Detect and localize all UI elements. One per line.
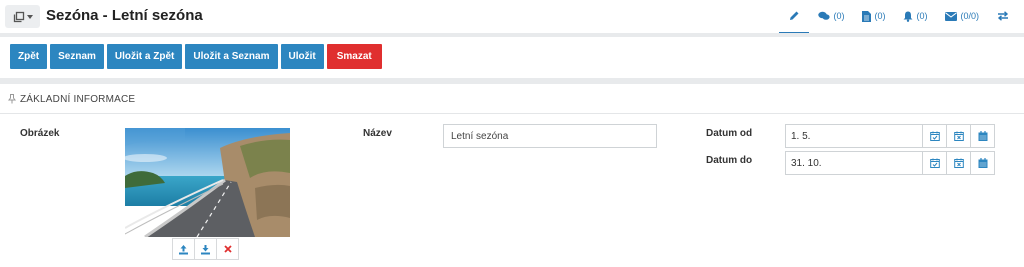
save-and-back-button[interactable]: Uložit a Zpět bbox=[106, 44, 183, 69]
documents-count: (0) bbox=[874, 11, 886, 21]
calendar-check-icon bbox=[929, 131, 940, 141]
date-from-today-button[interactable] bbox=[923, 124, 947, 148]
calendar-icon bbox=[978, 131, 987, 141]
date-to-clear-button[interactable] bbox=[947, 151, 971, 175]
date-to-field[interactable]: 31. 10. bbox=[785, 151, 923, 175]
messages-count: (0/0) bbox=[960, 11, 979, 21]
date-to-today-button[interactable] bbox=[923, 151, 947, 175]
upload-image-button[interactable] bbox=[172, 238, 195, 260]
delete-image-button[interactable] bbox=[216, 238, 239, 260]
date-from-group: 1. 5. bbox=[785, 124, 995, 148]
comments-count: (0) bbox=[833, 11, 845, 21]
date-to-label: Datum do bbox=[706, 155, 753, 166]
upload-icon bbox=[179, 244, 188, 254]
list-button[interactable]: Seznam bbox=[50, 44, 104, 69]
pencil-icon bbox=[790, 11, 799, 20]
section-title: ZÁKLADNÍ INFORMACE bbox=[20, 94, 136, 105]
calendar-icon bbox=[978, 158, 987, 168]
save-and-list-button[interactable]: Uložit a Seznam bbox=[185, 44, 278, 69]
pin-icon bbox=[8, 94, 16, 104]
swap-icon bbox=[997, 11, 1009, 21]
page-title: Sezóna - Letní sezóna bbox=[46, 7, 203, 24]
tab-swap[interactable] bbox=[988, 0, 1018, 32]
tab-documents[interactable]: (0) bbox=[853, 0, 894, 32]
envelope-icon bbox=[945, 11, 958, 21]
image-tools bbox=[172, 238, 239, 260]
date-from-clear-button[interactable] bbox=[947, 124, 971, 148]
image-label: Obrázek bbox=[20, 128, 60, 139]
header-tabs: (0) (0) (0) (0/0) bbox=[779, 0, 1018, 34]
close-icon bbox=[223, 245, 232, 253]
menu-toggle-button[interactable] bbox=[5, 5, 40, 28]
calendar-x-icon bbox=[953, 158, 964, 168]
notifications-count: (0) bbox=[916, 11, 928, 21]
date-to-picker-button[interactable] bbox=[971, 151, 995, 175]
download-image-button[interactable] bbox=[194, 238, 217, 260]
tab-comments[interactable]: (0) bbox=[809, 0, 853, 32]
copy-icon bbox=[13, 11, 24, 22]
calendar-x-icon bbox=[953, 131, 964, 141]
season-image bbox=[125, 128, 290, 237]
delete-button[interactable]: Smazat bbox=[326, 44, 382, 69]
back-button[interactable]: Zpět bbox=[10, 44, 48, 69]
tab-notifications[interactable]: (0) bbox=[894, 0, 936, 32]
page-header: Sezóna - Letní sezóna (0) (0) (0) (0/0) bbox=[0, 0, 1024, 34]
name-field[interactable]: Letní sezóna bbox=[443, 124, 657, 148]
bell-icon bbox=[903, 11, 913, 22]
tab-messages[interactable]: (0/0) bbox=[936, 0, 988, 32]
caret-down-icon bbox=[26, 14, 33, 19]
date-from-picker-button[interactable] bbox=[971, 124, 995, 148]
date-from-label: Datum od bbox=[706, 128, 753, 139]
section-header[interactable]: ZÁKLADNÍ INFORMACE bbox=[0, 84, 1024, 114]
save-button[interactable]: Uložit bbox=[280, 44, 324, 69]
calendar-check-icon bbox=[929, 158, 940, 168]
action-toolbar: Zpět Seznam Uložit a Zpět Uložit a Sezna… bbox=[0, 37, 1024, 78]
tab-edit[interactable] bbox=[779, 0, 810, 34]
date-to-group: 31. 10. bbox=[785, 151, 995, 175]
download-icon bbox=[201, 244, 210, 254]
document-icon bbox=[862, 10, 872, 22]
comments-icon bbox=[818, 11, 831, 20]
name-label: Název bbox=[363, 128, 392, 139]
date-from-field[interactable]: 1. 5. bbox=[785, 124, 923, 148]
